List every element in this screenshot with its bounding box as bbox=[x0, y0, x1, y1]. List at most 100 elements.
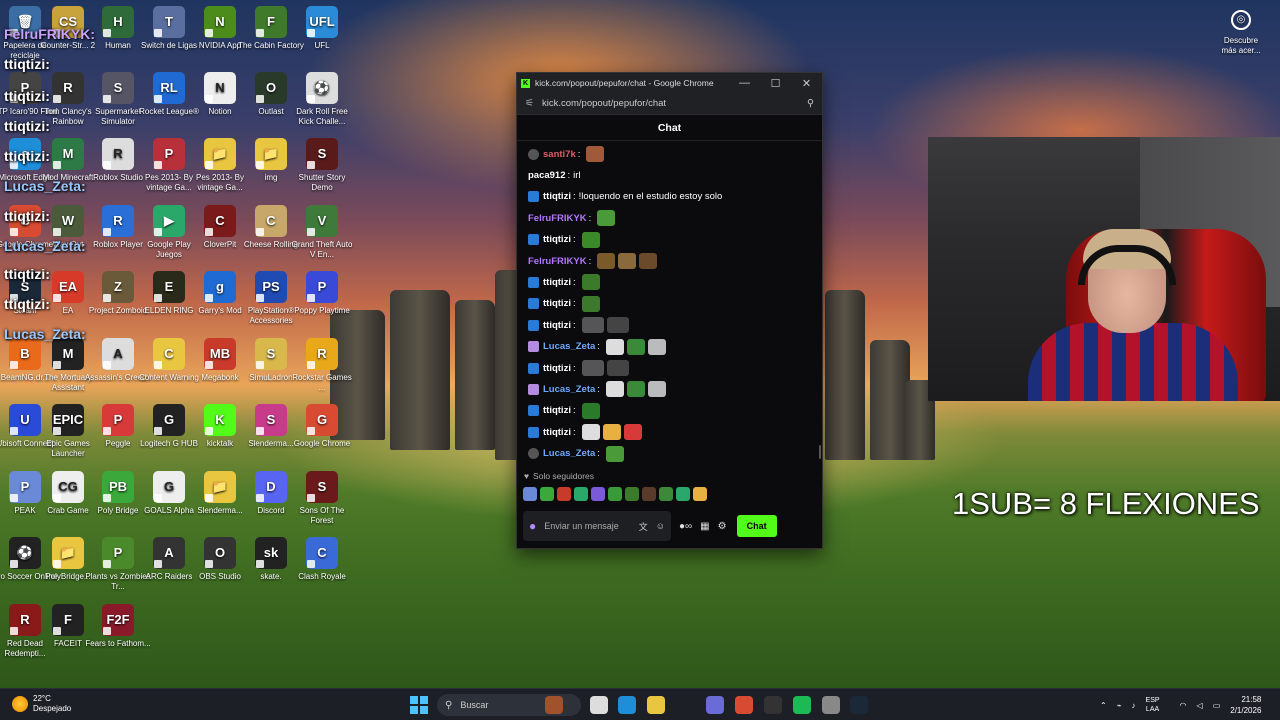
chat-username[interactable]: FelruFRIKYK bbox=[528, 213, 587, 224]
emote-quick-icon[interactable] bbox=[540, 487, 554, 501]
chat-message[interactable]: Lucas_Zeta: bbox=[528, 445, 624, 463]
taskbar-app-icon[interactable] bbox=[590, 696, 608, 714]
chat-message[interactable]: FelruFRIKYK: bbox=[528, 209, 616, 227]
emote-quick-icon[interactable] bbox=[523, 487, 537, 501]
language-indicator[interactable]: ESP LAA bbox=[1146, 696, 1170, 714]
chat-message[interactable]: ttiqtizi: bbox=[528, 295, 600, 313]
chat-emote-icon[interactable] bbox=[605, 338, 624, 355]
taskbar-app-icon[interactable] bbox=[545, 696, 563, 714]
battery-icon[interactable]: ▭ bbox=[1213, 701, 1221, 710]
chat-username[interactable]: Lucas_Zeta bbox=[543, 384, 595, 395]
chat-emote-icon[interactable] bbox=[639, 253, 658, 269]
chat-emote-icon[interactable] bbox=[647, 338, 666, 355]
chat-message[interactable]: Lucas_Zeta: bbox=[528, 338, 666, 356]
volume-icon[interactable]: ◁ bbox=[1197, 701, 1203, 710]
chat-username[interactable]: paca912 bbox=[528, 170, 566, 181]
emote-quick-icon[interactable] bbox=[693, 487, 707, 501]
chat-message[interactable]: ttiqtizi: bbox=[528, 273, 600, 291]
taskbar-app-icon[interactable] bbox=[764, 696, 782, 714]
taskbar-app-icon[interactable] bbox=[822, 696, 840, 714]
desktop-icon[interactable]: S Shutter Story Demo bbox=[289, 138, 355, 193]
emote-quick-icon[interactable] bbox=[591, 487, 605, 501]
chat-message[interactable]: ttiqtizi: !loquendo en el estudio estoy s… bbox=[528, 188, 722, 206]
mic-tray-icon[interactable]: ♪ bbox=[1132, 701, 1136, 710]
taskbar-app-icon[interactable] bbox=[706, 696, 724, 714]
chat-emote-icon[interactable] bbox=[581, 424, 600, 441]
chat-emote-icon[interactable] bbox=[626, 338, 645, 355]
chat-emote-icon[interactable] bbox=[605, 445, 624, 462]
emote-quick-icon[interactable] bbox=[676, 487, 690, 501]
chat-username[interactable]: ttiqtizi bbox=[543, 298, 571, 309]
chat-emote-icon[interactable] bbox=[605, 381, 624, 398]
emote-quick-icon[interactable] bbox=[659, 487, 673, 501]
chat-emote-icon[interactable] bbox=[581, 360, 604, 376]
desktop-icon[interactable]: P Poppy Playtime bbox=[289, 271, 355, 316]
chat-message[interactable]: ttiqtizi: bbox=[528, 231, 600, 249]
emote-quick-icon[interactable] bbox=[625, 487, 639, 501]
emote-quickbar[interactable] bbox=[523, 487, 707, 503]
emote-quick-icon[interactable] bbox=[608, 487, 622, 501]
chat-username[interactable]: ttiqtizi bbox=[543, 234, 571, 245]
taskbar-app-icon[interactable] bbox=[735, 696, 753, 714]
chat-emote-icon[interactable] bbox=[581, 231, 600, 248]
chat-emote-icon[interactable] bbox=[623, 424, 642, 441]
chat-emote-icon[interactable] bbox=[606, 360, 629, 376]
discover-widget[interactable]: ◎ Descubre más acer... bbox=[1218, 10, 1264, 56]
send-chat-button[interactable]: Chat bbox=[736, 515, 777, 537]
chat-username[interactable]: Lucas_Zeta bbox=[543, 448, 595, 459]
close-button[interactable]: ✕ bbox=[791, 77, 822, 90]
chat-username[interactable]: FelruFRIKYK bbox=[528, 256, 587, 267]
desktop-icon[interactable]: C Clash Royale bbox=[289, 537, 355, 582]
desktop-icon[interactable]: V Grand Theft Auto V En... bbox=[289, 205, 355, 260]
store-icon[interactable]: ▦ bbox=[700, 521, 709, 532]
chat-message[interactable]: ttiqtizi: bbox=[528, 402, 600, 420]
wifi-icon[interactable]: ◠ bbox=[1180, 701, 1187, 710]
chat-message[interactable]: ttiqtizi: bbox=[528, 423, 642, 441]
microphone-icon[interactable]: ● bbox=[529, 519, 536, 533]
desktop-icon[interactable]: UFL UFL bbox=[289, 6, 355, 51]
chat-emote-icon[interactable] bbox=[626, 381, 645, 398]
clock[interactable]: 21:58 2/1/2026 bbox=[1230, 694, 1271, 716]
chat-emote-icon[interactable] bbox=[597, 210, 616, 227]
chat-scrollbar[interactable] bbox=[819, 445, 821, 459]
chat-emote-icon[interactable] bbox=[581, 402, 600, 419]
address-bar[interactable]: ⚟ kick.com/popout/pepufor/chat ⚲ bbox=[517, 93, 822, 115]
chat-username[interactable]: ttiqtizi bbox=[543, 191, 571, 202]
chat-message[interactable]: ttiqtizi: bbox=[528, 316, 629, 334]
desktop-icon[interactable]: S Sons Of The Forest bbox=[289, 471, 355, 526]
chat-message-list[interactable]: santi7k: paca912: irl ttiqtizi: !loquendo en… bbox=[517, 143, 822, 463]
chat-username[interactable]: ttiqtizi bbox=[543, 363, 571, 374]
chat-emote-icon[interactable] bbox=[586, 146, 605, 162]
taskbar-app-icon[interactable] bbox=[647, 696, 665, 714]
chevron-up-icon[interactable]: ⌃ bbox=[1100, 701, 1107, 710]
chat-username[interactable]: Lucas_Zeta bbox=[543, 341, 595, 352]
desktop-icon[interactable]: R Rockstar Games ... bbox=[289, 338, 355, 393]
translate-icon[interactable]: 文 bbox=[639, 520, 648, 533]
users-icon[interactable]: ●∞ bbox=[679, 521, 692, 532]
emote-quick-icon[interactable] bbox=[557, 487, 571, 501]
site-info-icon[interactable]: ⚟ bbox=[525, 98, 534, 109]
minimize-button[interactable]: — bbox=[729, 77, 760, 89]
window-titlebar[interactable]: K kick.com/popout/pepufor/chat - Google … bbox=[517, 73, 822, 93]
url-text[interactable]: kick.com/popout/pepufor/chat bbox=[542, 98, 807, 109]
maximize-button[interactable]: ☐ bbox=[760, 77, 791, 90]
chat-emote-icon[interactable] bbox=[581, 274, 600, 291]
taskbar-app-icon[interactable] bbox=[850, 696, 868, 714]
chat-message[interactable]: paca912: irl bbox=[528, 166, 581, 184]
windows-start-button[interactable] bbox=[410, 696, 428, 714]
emote-quick-icon[interactable] bbox=[574, 487, 588, 501]
chat-emote-icon[interactable] bbox=[581, 317, 604, 334]
chat-input[interactable]: ● Enviar un mensaje 文 ☺ bbox=[523, 511, 671, 541]
chat-emote-icon[interactable] bbox=[618, 253, 637, 269]
chat-emote-icon[interactable] bbox=[606, 317, 629, 334]
desktop-icon[interactable]: F2F Fears to Fathom... bbox=[85, 604, 151, 649]
chat-emote-icon[interactable] bbox=[602, 424, 621, 441]
chat-username[interactable]: ttiqtizi bbox=[543, 427, 571, 438]
chat-username[interactable]: ttiqtizi bbox=[543, 320, 571, 331]
chat-username[interactable]: ttiqtizi bbox=[543, 277, 571, 288]
chat-message[interactable]: ttiqtizi: bbox=[528, 359, 629, 377]
gear-icon[interactable]: ⚙ bbox=[718, 521, 727, 532]
desktop-icon[interactable]: ⚽ Dark Roll Free Kick Challe... bbox=[289, 72, 355, 127]
chrome-popup-window[interactable]: K kick.com/popout/pepufor/chat - Google … bbox=[516, 72, 823, 549]
chat-emote-icon[interactable] bbox=[581, 295, 600, 312]
